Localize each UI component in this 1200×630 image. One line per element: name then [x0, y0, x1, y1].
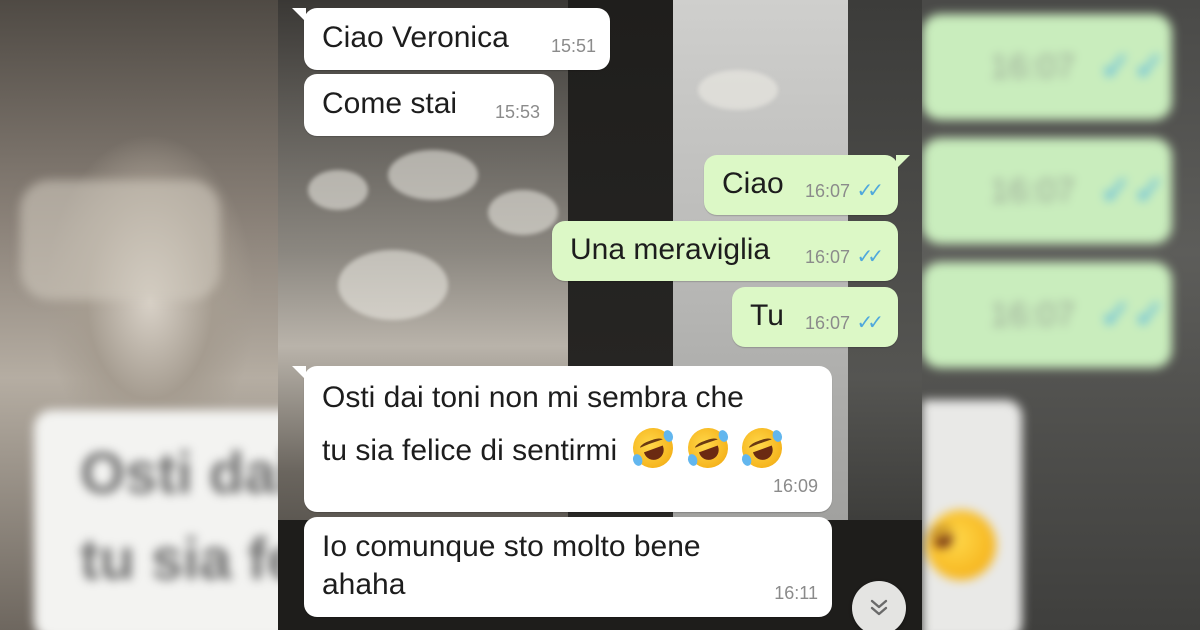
- double-check-read-icon: ✓✓: [1099, 169, 1167, 213]
- blurred-background-left: Osti dai tu sia fe: [0, 0, 278, 630]
- message-timestamp: 16:11: [774, 583, 818, 603]
- message-timestamp: 16:07: [804, 181, 850, 201]
- message-text: tu sia felice di sentirmi: [322, 434, 618, 467]
- blurred-background-right: 16:07 ✓✓ 16:07 ✓✓ 16:07 ✓✓: [922, 0, 1200, 630]
- message-bubble-outgoing[interactable]: Una meraviglia 16:07 ✓✓: [552, 221, 898, 281]
- message-text: Come stai: [322, 87, 458, 120]
- rolling-on-floor-laughing-emoji: [682, 422, 734, 474]
- double-check-read-icon: ✓✓: [856, 246, 883, 268]
- message-text: Tu: [750, 299, 784, 332]
- rolling-on-floor-laughing-emoji: [736, 422, 788, 474]
- message-text: Una meraviglia: [570, 233, 771, 266]
- blurred-timestamp: 16:07: [990, 171, 1076, 210]
- double-check-read-icon: ✓✓: [1099, 45, 1167, 89]
- message-timestamp: 15:53: [494, 102, 540, 122]
- double-chevron-down-icon: [870, 599, 888, 616]
- message-bubble-incoming[interactable]: Come stai 15:53: [304, 74, 554, 136]
- blurred-text-line: tu sia fe: [80, 527, 278, 592]
- message-text: ahaha: [322, 568, 406, 601]
- blurred-text-line: Osti dai: [80, 441, 278, 506]
- double-check-read-icon: ✓✓: [856, 180, 883, 202]
- message-timestamp: 16:09: [772, 476, 818, 496]
- message-bubble-incoming[interactable]: Osti dai toni non mi sembra che tu sia f…: [292, 366, 832, 512]
- message-text: Ciao: [722, 167, 784, 200]
- blurred-timestamp: 16:07: [990, 47, 1076, 86]
- message-text: Io comunque sto molto bene: [322, 530, 701, 563]
- message-bubble-outgoing[interactable]: Tu 16:07 ✓✓: [732, 287, 898, 347]
- blurred-timestamp: 16:07: [990, 295, 1076, 334]
- message-bubble-outgoing[interactable]: Ciao 16:07 ✓✓: [704, 155, 910, 215]
- message-text: Ciao Veronica: [322, 21, 509, 54]
- chat-window[interactable]: Ciao Veronica 15:51 Come stai 15:53 Ciao…: [278, 0, 922, 630]
- double-check-read-icon: ✓✓: [1099, 293, 1167, 337]
- message-timestamp: 15:51: [550, 36, 596, 56]
- double-check-read-icon: ✓✓: [856, 312, 883, 334]
- message-bubble-incoming[interactable]: Io comunque sto molto bene ahaha 16:11: [304, 517, 832, 617]
- message-bubble-incoming[interactable]: Ciao Veronica 15:51: [292, 8, 610, 70]
- rolling-on-floor-laughing-emoji: [627, 422, 680, 474]
- scroll-to-bottom-button[interactable]: [852, 581, 906, 630]
- message-text-line-2: tu sia felice di sentirmi: [322, 422, 788, 474]
- message-text: Osti dai toni non mi sembra che: [322, 381, 744, 414]
- message-timestamp: 16:07: [804, 313, 850, 333]
- message-timestamp: 16:07: [804, 247, 850, 267]
